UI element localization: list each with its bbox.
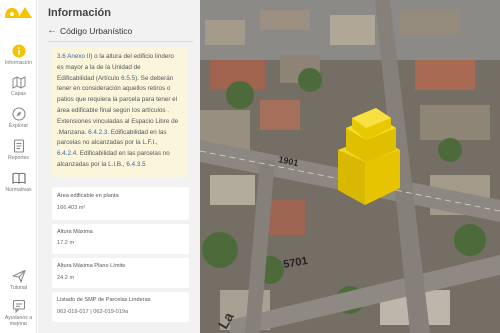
note-text-fragment: . Edificabilidad en las parcelas no [76, 150, 170, 158]
card-parcelas-linderas: Listado de SMP de Parcelas Linderas 062-… [52, 292, 189, 322]
card-value: 062-019-017 | 062-019-019a [57, 309, 129, 315]
nav-label: Explorar [8, 123, 29, 129]
card-value: 17.2 m [57, 240, 75, 246]
card-label: Área edificable en planta [57, 193, 119, 199]
panel-header: Información [38, 0, 200, 22]
nav-item-ayudanos[interactable]: Ayudanos a mejorar [0, 299, 37, 327]
note-line: área edificable final según los artículo… [57, 106, 185, 117]
panel-title: Información [48, 7, 111, 19]
nav-label: Reportes [7, 155, 30, 161]
note-line: Extensiones vinculadas al Espacio Libre … [57, 117, 185, 128]
card-value: 24.2 m [57, 275, 75, 281]
note-line: 3.6 Anexo II) o la altura del edificio l… [57, 52, 185, 63]
note-text-fragment: tener en consideración aquellos retiros … [57, 85, 171, 93]
feedback-icon [12, 299, 25, 313]
send-icon [11, 269, 26, 283]
note-line: patios que requiera la parcela para tene… [57, 95, 185, 106]
nav-label: Normativas [5, 187, 32, 193]
map-3d-canvas[interactable]: 1901 5701 La [200, 0, 500, 333]
note-text-fragment: es mayor a la de la Unidad de [57, 63, 141, 71]
note-text-fragment: .Manzana. [57, 128, 89, 136]
ba-logo [5, 7, 32, 18]
note-line: parcelas no alcanzadas por la L.F.I., [57, 138, 185, 149]
article-link[interactable]: 6.4.2.4 [57, 150, 76, 157]
info-icon [12, 44, 25, 58]
app-window: Información Capas Explorar Reportes Norm… [0, 0, 500, 333]
note-line: es mayor a la de la Unidad de [57, 63, 185, 74]
back-arrow-icon[interactable]: ← [47, 26, 57, 36]
section-title: Código Urbanístico [60, 26, 133, 36]
nav-label: Ayudanos a mejorar [4, 315, 33, 327]
card-altura-plano-limite: Altura Máxima Plano Límite 24.2 m [52, 258, 189, 288]
card-label: Altura Máxima [57, 229, 93, 235]
compass-icon [11, 107, 26, 121]
article-link[interactable]: 6.4.2.3 [88, 129, 107, 136]
article-link[interactable]: 6.4.3.5 [126, 161, 145, 168]
card-area-edificable: Área edificable en planta 166.403 m² [52, 187, 189, 220]
card-altura-maxima: Altura Máxima 17.2 m [52, 224, 189, 254]
nav-item-reportes[interactable]: Reportes [0, 139, 37, 161]
nav-item-tutorial[interactable]: Tutorial [0, 269, 37, 291]
note-line: Edificabilidad (Artículo 6.5.5). Se debe… [57, 74, 185, 85]
nav-label: Tutorial [9, 285, 28, 291]
nav-item-capas[interactable]: Capas [0, 75, 37, 97]
regulation-text: 3.6 Anexo II) o la altura del edificio l… [57, 52, 185, 171]
note-text-fragment: Edificabilidad (Artículo [57, 74, 122, 82]
nav-label: Capas [11, 91, 26, 97]
article-link[interactable]: 6.5.5 [121, 75, 135, 82]
left-nav-rail: Información Capas Explorar Reportes Norm… [0, 0, 37, 333]
note-text-fragment: alcanzadas por la L.I.B., [57, 160, 127, 168]
note-text-fragment: ) o la altura del edificio lindero [90, 53, 174, 60]
report-icon [13, 139, 24, 153]
note-text-fragment: Extensiones vinculadas al Espacio Libre … [57, 117, 179, 125]
note-text-fragment: área edificable final según los artículo… [57, 106, 170, 114]
note-text-fragment: parcelas no alcanzadas por la L.F.I., [57, 139, 158, 147]
note-line: tener en consideración aquellos retiros … [57, 84, 185, 95]
nav-label: Información [4, 60, 33, 66]
divider [48, 41, 193, 42]
note-line: 6.4.2.4. Edificabilidad en las parcelas … [57, 149, 185, 160]
article-link[interactable]: 3.6 Anexo II [57, 53, 90, 60]
card-label: Listado de SMP de Parcelas Linderas [57, 297, 151, 303]
map-view[interactable]: 1901 5701 La [200, 0, 500, 333]
note-line: alcanzadas por la L.I.B., 6.4.3.5 [57, 160, 185, 171]
note-line: .Manzana. 6.4.2.3. Edificabilidad en las [57, 128, 185, 139]
nav-item-normativas[interactable]: Normativas [0, 171, 37, 193]
book-icon [11, 172, 26, 184]
note-text-fragment: patios que requiera la parcela para tene… [57, 96, 178, 104]
note-text-fragment: ). Se deberán [135, 74, 174, 82]
layers-icon [12, 76, 25, 89]
card-label: Altura Máxima Plano Límite [57, 263, 126, 269]
nav-item-informacion[interactable]: Información [0, 44, 37, 66]
nav-item-explorar[interactable]: Explorar [0, 107, 37, 129]
note-text-fragment: . Edificabilidad en las [107, 128, 167, 136]
card-value: 166.403 m² [57, 205, 86, 211]
